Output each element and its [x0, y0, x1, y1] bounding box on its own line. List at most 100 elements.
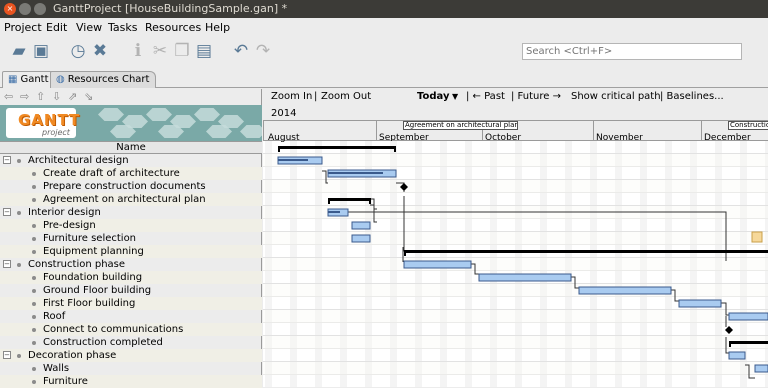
properties-icon[interactable]: ℹ — [127, 40, 149, 62]
summary-bar[interactable] — [404, 250, 768, 253]
task-group-row[interactable]: − Interior design — [0, 206, 262, 219]
search-input[interactable] — [522, 43, 742, 60]
task-bullet-icon — [32, 276, 36, 280]
summary-bar-end[interactable] — [404, 250, 406, 256]
task-row[interactable]: Roof — [0, 310, 262, 323]
menu-view[interactable]: View — [76, 21, 102, 34]
task-bullet-icon — [32, 302, 36, 306]
task-row[interactable]: Prepare construction documents — [0, 180, 262, 193]
tree-nav-toolbar: ⇦ ⇨ ⇧ ⇩ ⇗ ⇘ — [0, 89, 262, 105]
redo-icon[interactable]: ↷ — [252, 40, 274, 62]
task-bar[interactable] — [678, 299, 722, 308]
window-close-button[interactable]: × — [4, 3, 16, 15]
window-minimize-button[interactable] — [19, 3, 31, 15]
summary-bar-end[interactable] — [278, 146, 280, 152]
unlink-icon[interactable]: ⇘ — [84, 90, 93, 103]
summary-bar-end[interactable] — [729, 341, 731, 347]
move-down-icon[interactable]: ⇩ — [52, 90, 61, 103]
task-bar[interactable] — [478, 273, 572, 282]
name-column-header[interactable]: Name — [0, 141, 262, 154]
summary-bar[interactable] — [278, 146, 396, 149]
collapse-icon[interactable]: − — [3, 156, 11, 164]
task-row[interactable]: Ground Floor building — [0, 284, 262, 297]
task-progress-bar[interactable] — [328, 172, 383, 174]
task-group-row[interactable]: − Architectural design — [0, 154, 262, 167]
task-bullet-icon — [32, 289, 36, 293]
menu-resources[interactable]: Resources — [145, 21, 201, 34]
link-icon[interactable]: ⇗ — [68, 90, 77, 103]
paste-icon[interactable]: ▤ — [193, 40, 215, 62]
view-tabs: ▦ Gantt ◍ Resources Chart — [0, 68, 768, 88]
open-folder-icon[interactable]: ▰ — [8, 40, 30, 62]
task-row[interactable]: Furniture selection — [0, 232, 262, 245]
task-bar[interactable] — [754, 364, 768, 373]
month-tick — [376, 121, 377, 141]
future-button[interactable]: | Future → — [511, 91, 561, 102]
delete-icon[interactable]: ✖ — [89, 40, 111, 62]
task-row[interactable]: Connect to communications — [0, 323, 262, 336]
task-row[interactable]: Pre-design — [0, 219, 262, 232]
summary-bar[interactable] — [328, 198, 371, 201]
logo-banner: GANTT project — [0, 105, 262, 141]
collapse-icon[interactable]: − — [3, 260, 11, 268]
move-right-icon[interactable]: ⇨ — [20, 90, 29, 103]
tab-gantt[interactable]: ▦ Gantt — [2, 71, 56, 88]
task-row[interactable]: Equipment planning — [0, 245, 262, 258]
critical-path-button[interactable]: Show critical path — [571, 91, 661, 102]
row-band — [263, 336, 768, 349]
task-bar[interactable] — [578, 286, 672, 295]
collapse-icon[interactable]: − — [3, 351, 11, 359]
task-bar[interactable] — [351, 221, 371, 230]
menu-help[interactable]: Help — [205, 21, 230, 34]
baselines-button[interactable]: | Baselines... — [660, 91, 724, 102]
task-name: Create draft of architecture — [43, 168, 180, 179]
task-progress-bar[interactable] — [278, 159, 308, 161]
summary-bar[interactable] — [729, 341, 768, 344]
task-name: Architectural design — [28, 155, 129, 166]
task-row[interactable]: First Floor building — [0, 297, 262, 310]
month-tick — [593, 121, 594, 141]
zoom-in-button[interactable]: Zoom In — [271, 91, 312, 102]
summary-bar-end[interactable] — [369, 198, 371, 204]
task-bar[interactable] — [728, 312, 768, 321]
today-button[interactable]: Today — [417, 91, 449, 102]
undo-icon[interactable]: ↶ — [230, 40, 252, 62]
task-row[interactable]: Create draft of architecture — [0, 167, 262, 180]
task-bar[interactable] — [403, 260, 472, 269]
task-name: First Floor building — [43, 298, 136, 309]
task-group-row[interactable]: − Construction phase — [0, 258, 262, 271]
task-row[interactable]: Construction completed — [0, 336, 262, 349]
save-icon[interactable]: ▣ — [30, 40, 52, 62]
month-tick — [263, 121, 264, 141]
copy-icon[interactable]: ❐ — [171, 40, 193, 62]
move-left-icon[interactable]: ⇦ — [4, 90, 13, 103]
past-button[interactable]: | ← Past — [466, 91, 505, 102]
task-row[interactable]: Foundation building — [0, 271, 262, 284]
task-progress-bar[interactable] — [328, 211, 340, 213]
task-row[interactable]: Walls — [0, 362, 262, 375]
menu-edit[interactable]: Edit — [46, 21, 67, 34]
task-name: Walls — [43, 363, 70, 374]
task-row[interactable]: Agreement on architectural plan — [0, 193, 262, 206]
task-bullet-icon — [32, 198, 36, 202]
cut-icon[interactable]: ✂ — [149, 40, 171, 62]
summary-bar-end[interactable] — [394, 146, 396, 152]
window-maximize-button[interactable] — [34, 3, 46, 15]
gantt-grid[interactable] — [263, 141, 768, 387]
tab-resources-chart[interactable]: ◍ Resources Chart — [50, 71, 157, 88]
history-icon[interactable]: ◷ — [67, 40, 89, 62]
summary-bar-end[interactable] — [328, 198, 330, 204]
row-band — [263, 284, 768, 297]
milestone-marker[interactable] — [725, 326, 733, 334]
task-bullet-icon — [17, 211, 21, 215]
menu-project[interactable]: Project — [4, 21, 42, 34]
task-row[interactable]: Furniture — [0, 375, 262, 388]
collapse-icon[interactable]: − — [3, 208, 11, 216]
task-bar[interactable] — [351, 234, 371, 243]
menu-tasks[interactable]: Tasks — [108, 21, 137, 34]
task-bar[interactable] — [728, 351, 746, 360]
today-dropdown-icon[interactable]: ▼ — [452, 92, 458, 101]
task-group-row[interactable]: − Decoration phase — [0, 349, 262, 362]
zoom-out-button[interactable]: Zoom Out — [321, 91, 371, 102]
move-up-icon[interactable]: ⇧ — [36, 90, 45, 103]
